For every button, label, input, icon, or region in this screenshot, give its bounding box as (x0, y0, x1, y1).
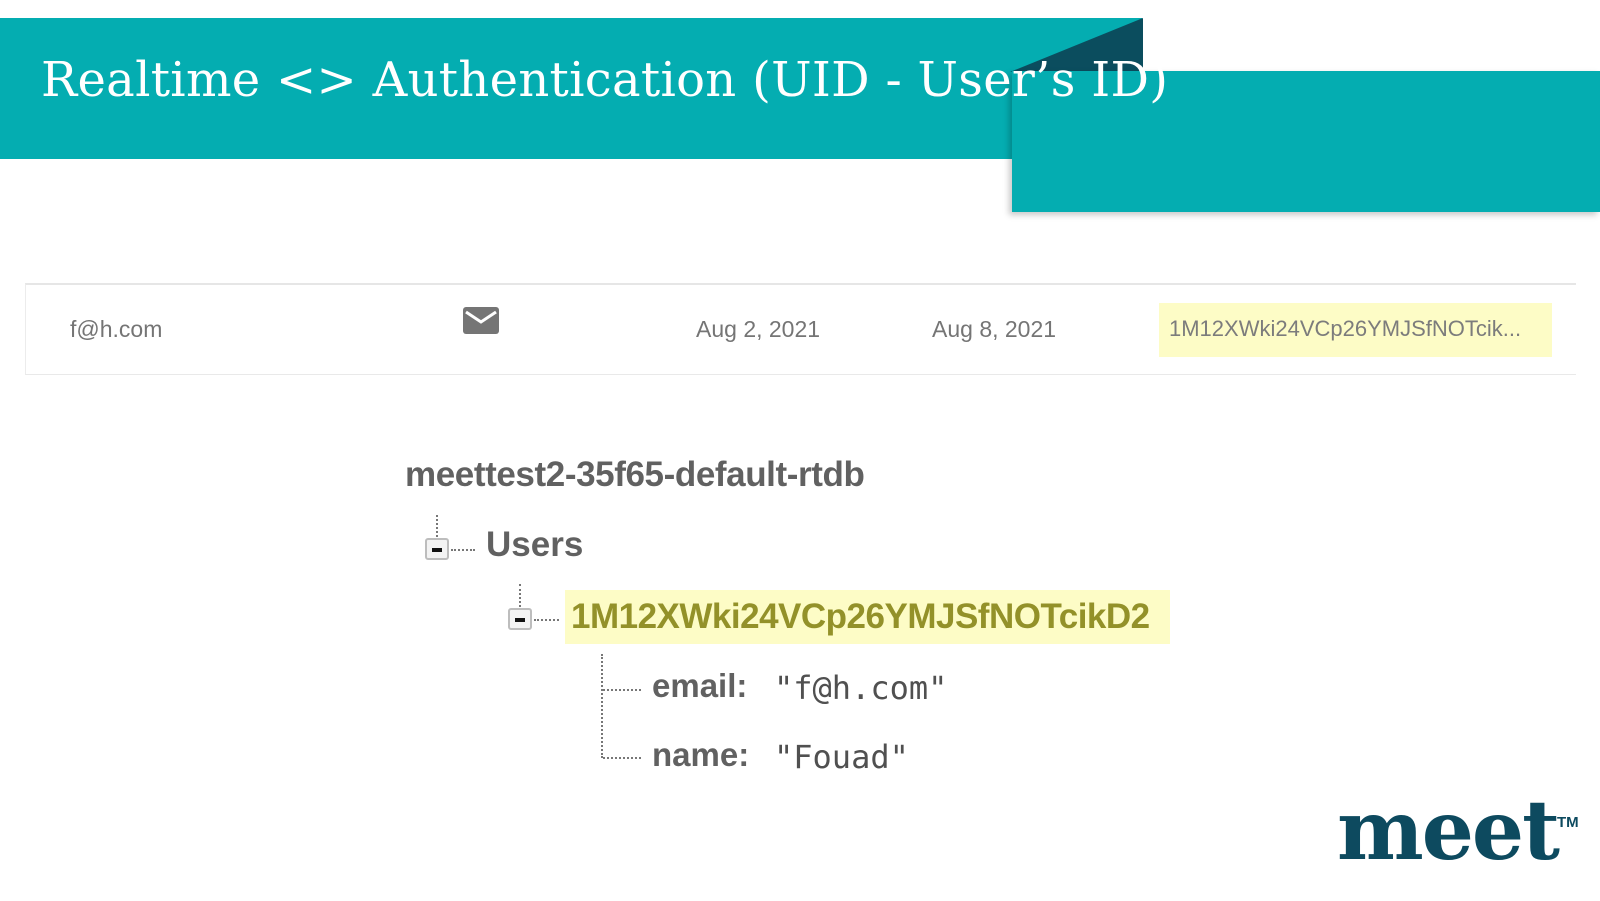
tree-connector (603, 757, 641, 759)
email-field-value[interactable]: "f@h.com" (774, 669, 947, 707)
name-field-value[interactable]: "Fouad" (774, 738, 909, 776)
auth-user-row[interactable]: f@h.com Aug 2, 2021 Aug 8, 2021 1M12XWki… (25, 283, 1576, 375)
user-email: f@h.com (70, 316, 163, 342)
name-field-key[interactable]: name: (652, 736, 749, 774)
tree-connector (451, 549, 475, 551)
user-uid[interactable]: 1M12XWki24VCp26YMJSfNOTcik... (1159, 303, 1552, 357)
meet-logo: meet (1337, 783, 1560, 879)
email-field-key[interactable]: email: (652, 667, 747, 705)
slide-title: Realtime <> Authentication (UID - User’s… (41, 52, 1169, 108)
user-signed-in-date: Aug 8, 2021 (932, 316, 1057, 342)
uid-node[interactable]: 1M12XWki24VCp26YMJSfNOTcikD2 (565, 590, 1170, 644)
collapse-users-toggle[interactable] (425, 538, 449, 560)
collapse-uid-toggle[interactable] (508, 608, 532, 630)
users-node[interactable]: Users (486, 525, 583, 565)
database-name[interactable]: meettest2-35f65-default-rtdb (405, 455, 865, 495)
tree-connector (601, 654, 603, 758)
tree-connector (603, 689, 641, 691)
trademark-mark: TM (1557, 814, 1579, 831)
tree-connector (519, 584, 521, 607)
user-created-date: Aug 2, 2021 (696, 316, 821, 342)
tree-connector (534, 619, 559, 621)
tree-connector (436, 515, 438, 537)
mail-icon (463, 306, 499, 336)
